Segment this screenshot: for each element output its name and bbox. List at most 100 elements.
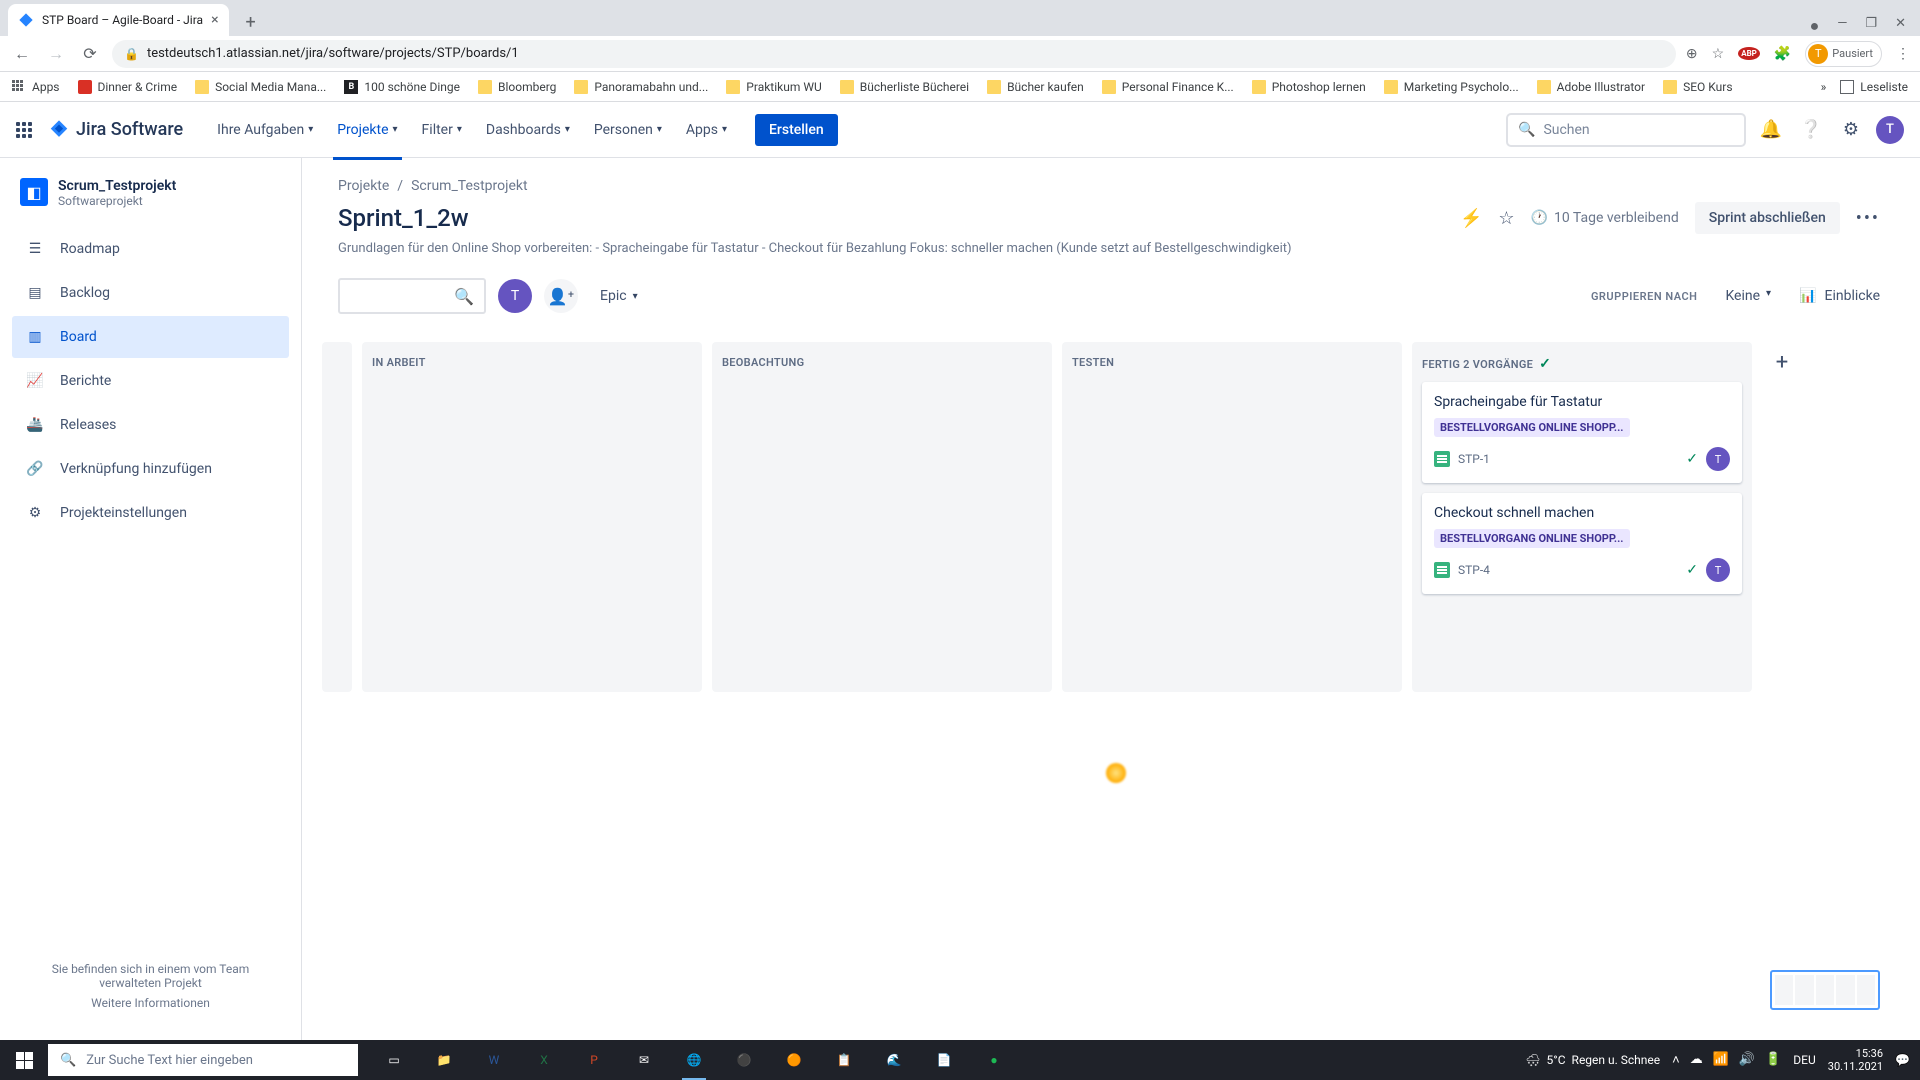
bookmark-item[interactable]: Marketing Psycholo... [1384, 80, 1519, 94]
edge-icon[interactable]: 🌊 [870, 1040, 918, 1080]
app-icon[interactable]: 📋 [820, 1040, 868, 1080]
complete-sprint-button[interactable]: Sprint abschließen [1695, 202, 1840, 234]
forward-button[interactable]: → [44, 44, 68, 64]
sidebar-add-link[interactable]: 🔗Verknüpfung hinzufügen [12, 448, 289, 490]
assignee-filter-avatar[interactable]: T [498, 279, 532, 313]
reading-list[interactable]: Leseliste [1840, 80, 1908, 94]
close-window-button[interactable]: ✕ [1895, 16, 1906, 36]
tray-chevron-icon[interactable]: ˄ [1672, 1052, 1680, 1068]
add-column-button[interactable]: + [1762, 342, 1802, 382]
start-button[interactable] [0, 1040, 48, 1080]
column-observation[interactable]: BEOBACHTUNG [712, 342, 1052, 692]
word-icon[interactable]: W [470, 1040, 518, 1080]
bookmark-item[interactable]: SEO Kurs [1663, 80, 1732, 94]
settings-icon[interactable]: ⚙ [1836, 115, 1866, 145]
new-tab-button[interactable]: + [237, 8, 265, 36]
chrome-menu-icon[interactable]: ⋮ [1896, 46, 1910, 62]
nav-people[interactable]: Personen▾ [584, 114, 672, 146]
profile-chip[interactable]: T Pausiert [1805, 41, 1882, 67]
spotify-icon[interactable]: ● [970, 1040, 1018, 1080]
column-testing[interactable]: TESTEN [1062, 342, 1402, 692]
bookmark-item[interactable]: Praktikum WU [726, 80, 821, 94]
app-icon[interactable]: 🟠 [770, 1040, 818, 1080]
sidebar-releases[interactable]: 🚢Releases [12, 404, 289, 446]
card-assignee-avatar[interactable]: T [1706, 558, 1730, 582]
minimize-button[interactable]: — [1837, 16, 1847, 36]
obs-icon[interactable]: ⚫ [720, 1040, 768, 1080]
excel-icon[interactable]: X [520, 1040, 568, 1080]
card-epic-label[interactable]: BESTELLVORGANG ONLINE SHOPP... [1434, 418, 1630, 437]
more-actions-icon[interactable]: ••• [1856, 208, 1880, 229]
epic-filter[interactable]: Epic▾ [590, 282, 648, 310]
powerpoint-icon[interactable]: P [570, 1040, 618, 1080]
card-key[interactable]: STP-4 [1458, 563, 1490, 577]
task-view-icon[interactable]: ▭ [370, 1040, 418, 1080]
help-icon[interactable]: ❔ [1796, 115, 1826, 145]
sidebar-roadmap[interactable]: ☰Roadmap [12, 228, 289, 270]
bookmark-item[interactable]: Bloomberg [478, 80, 556, 94]
user-avatar[interactable]: T [1876, 116, 1904, 144]
language-indicator[interactable]: DEU [1793, 1053, 1815, 1067]
group-by-select[interactable]: Keine▾ [1713, 282, 1783, 310]
maximize-button[interactable]: ❐ [1865, 16, 1877, 36]
app-switcher-icon[interactable] [16, 122, 32, 138]
reload-button[interactable]: ⟳ [78, 44, 102, 63]
breadcrumb-root[interactable]: Projekte [338, 178, 389, 194]
sidebar-footer-link[interactable]: Weitere Informationen [32, 996, 269, 1010]
mail-icon[interactable]: ✉ [620, 1040, 668, 1080]
bookmark-item[interactable]: Adobe Illustrator [1537, 80, 1645, 94]
address-bar[interactable]: 🔒 testdeutsch1.atlassian.net/jira/softwa… [112, 40, 1676, 68]
extensions-icon[interactable]: 🧩 [1774, 46, 1791, 62]
sidebar-project-settings[interactable]: ⚙Projekteinstellungen [12, 492, 289, 534]
star-icon[interactable]: ☆ [1712, 46, 1725, 62]
battery-icon[interactable]: 🔋 [1765, 1052, 1781, 1068]
sidebar-backlog[interactable]: ▤Backlog [12, 272, 289, 314]
bookmark-apps[interactable]: Apps [12, 80, 60, 94]
abp-extension-icon[interactable]: ABP [1738, 47, 1760, 60]
create-button[interactable]: Erstellen [755, 114, 838, 146]
chrome-icon[interactable]: 🌐 [670, 1040, 718, 1080]
nav-filters[interactable]: Filter▾ [412, 114, 472, 146]
back-button[interactable]: ← [10, 44, 34, 64]
board-minimap[interactable] [1770, 970, 1880, 1010]
automation-icon[interactable]: ⚡ [1460, 208, 1482, 229]
breadcrumb-project[interactable]: Scrum_Testprojekt [411, 178, 528, 194]
volume-icon[interactable]: 🔊 [1739, 1052, 1755, 1068]
bookmark-item[interactable]: Bücher kaufen [987, 80, 1084, 94]
tab-close-icon[interactable]: × [211, 12, 218, 28]
nav-your-work[interactable]: Ihre Aufgaben▾ [207, 114, 323, 146]
bookmark-item[interactable]: Dinner & Crime [78, 80, 178, 94]
explorer-icon[interactable]: 📁 [420, 1040, 468, 1080]
insights-button[interactable]: 📊Einblicke [1799, 288, 1880, 304]
nav-dashboards[interactable]: Dashboards▾ [476, 114, 580, 146]
card-epic-label[interactable]: BESTELLVORGANG ONLINE SHOPP... [1434, 529, 1630, 548]
sidebar-reports[interactable]: 📈Berichte [12, 360, 289, 402]
star-icon[interactable]: ☆ [1498, 208, 1514, 229]
card-assignee-avatar[interactable]: T [1706, 447, 1730, 471]
project-header[interactable]: ◧ Scrum_Testprojekt Softwareprojekt [12, 178, 289, 228]
clock[interactable]: 15:36 30.11.2021 [1828, 1047, 1883, 1073]
card-key[interactable]: STP-1 [1458, 452, 1490, 466]
taskbar-search[interactable]: 🔍Zur Suche Text hier eingeben [48, 1044, 358, 1076]
bookmark-overflow[interactable]: » [1821, 80, 1827, 94]
bookmark-item[interactable]: Social Media Mana... [195, 80, 326, 94]
issue-card[interactable]: Spracheingabe für Tastatur BESTELLVORGAN… [1422, 382, 1742, 483]
nav-projects[interactable]: Projekte▾ [327, 114, 407, 146]
nav-apps[interactable]: Apps▾ [676, 114, 737, 146]
weather-widget[interactable]: 🌨 5°C Regen u. Schnee [1525, 1053, 1660, 1067]
sidebar-board[interactable]: ▥Board [12, 316, 289, 358]
bookmark-item[interactable]: Bücherliste Bücherei [840, 80, 969, 94]
notepad-icon[interactable]: 📄 [920, 1040, 968, 1080]
column-done[interactable]: FERTIG 2 VORGÄNGE✓ Spracheingabe für Tas… [1412, 342, 1752, 692]
bookmark-item[interactable]: B100 schöne Dinge [344, 80, 460, 94]
search-input[interactable]: 🔍 Suchen [1506, 113, 1746, 147]
bookmark-item[interactable]: Photoshop lernen [1252, 80, 1366, 94]
column-in-progress[interactable]: IN ARBEIT [362, 342, 702, 692]
browser-tab[interactable]: STP Board – Agile-Board - Jira × [8, 4, 229, 36]
wifi-icon[interactable]: 📶 [1713, 1052, 1729, 1068]
zoom-icon[interactable]: ⊕ [1686, 46, 1698, 62]
issue-card[interactable]: Checkout schnell machen BESTELLVORGANG O… [1422, 493, 1742, 594]
jira-logo[interactable]: Jira Software [48, 119, 183, 141]
add-people-button[interactable]: 👤⁺ [544, 279, 578, 313]
bookmark-item[interactable]: Panoramabahn und... [574, 80, 708, 94]
